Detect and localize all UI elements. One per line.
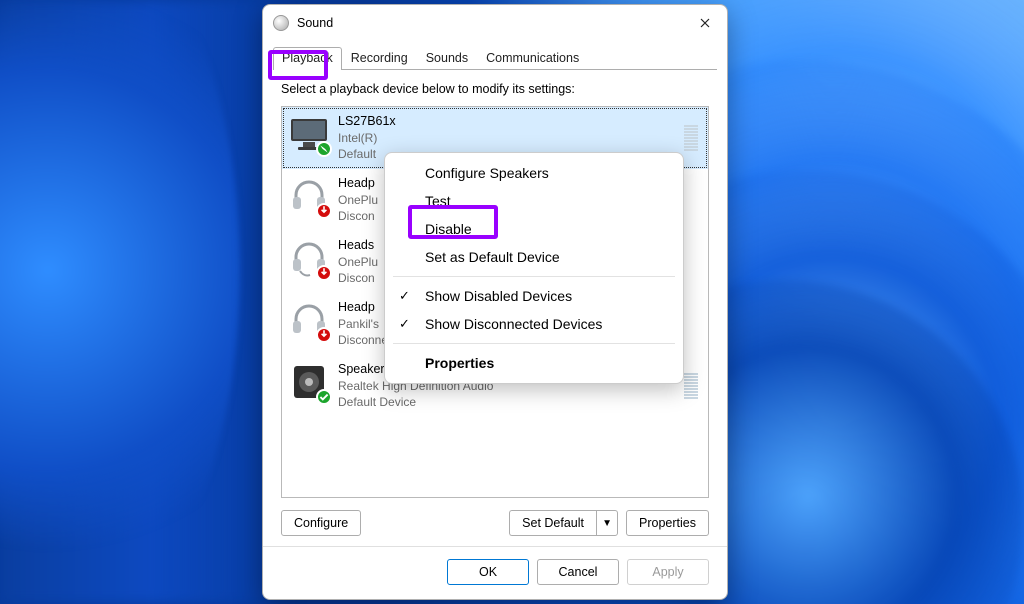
headset-icon [288,237,330,279]
window-title: Sound [297,16,691,30]
instruction-text: Select a playback device below to modify… [281,82,709,96]
device-name: Heads [338,237,378,254]
set-default-button[interactable]: Set Default [509,510,596,536]
ctx-show-disabled[interactable]: Show Disabled Devices [385,282,683,310]
ctx-properties[interactable]: Properties [385,349,683,377]
ctx-show-disconnected[interactable]: Show Disconnected Devices [385,310,683,338]
device-status: Discon [338,270,378,286]
level-meter [684,125,700,151]
tab-playback[interactable]: Playback [273,47,342,70]
device-driver: Intel(R) [338,130,396,146]
sound-icon [273,15,289,31]
ctx-set-default[interactable]: Set as Default Device [385,243,683,271]
device-name: Headp [338,175,378,192]
disconnected-badge-icon [316,265,332,281]
ctx-separator [393,276,675,277]
configure-button[interactable]: Configure [281,510,361,536]
tab-recording[interactable]: Recording [342,47,417,70]
ok-button[interactable]: OK [447,559,529,585]
headset-icon [288,175,330,217]
device-driver: OnePlu [338,192,378,208]
ctx-disable[interactable]: Disable [385,215,683,243]
ctx-configure-speakers[interactable]: Configure Speakers [385,159,683,187]
tab-sounds[interactable]: Sounds [417,47,477,70]
ctx-separator [393,343,675,344]
monitor-icon [288,113,330,155]
device-driver: OnePlu [338,254,378,270]
default-badge-icon [316,389,332,405]
ctx-test[interactable]: Test [385,187,683,215]
speaker-icon [288,361,330,403]
disconnected-badge-icon [316,203,332,219]
call-badge-icon [316,141,332,157]
titlebar[interactable]: Sound [263,5,727,41]
cancel-button[interactable]: Cancel [537,559,619,585]
properties-button[interactable]: Properties [626,510,709,536]
close-button[interactable] [691,9,719,37]
dialog-button-row: OK Cancel Apply [263,547,727,599]
set-default-split-button[interactable]: Set Default ▼ [509,510,618,536]
tabs: Playback Recording Sounds Communications [263,43,727,69]
bottom-button-row: Configure Set Default ▼ Properties [263,498,727,546]
disconnected-badge-icon [316,327,332,343]
device-context-menu: Configure Speakers Test Disable Set as D… [384,152,684,384]
apply-button: Apply [627,559,709,585]
headset-icon [288,299,330,341]
device-name: LS27B61x [338,113,396,130]
device-status: Discon [338,208,378,224]
level-meter [684,373,700,399]
set-default-dropdown-arrow[interactable]: ▼ [596,510,618,536]
device-status: Default Device [338,394,493,410]
tab-communications[interactable]: Communications [477,47,588,70]
